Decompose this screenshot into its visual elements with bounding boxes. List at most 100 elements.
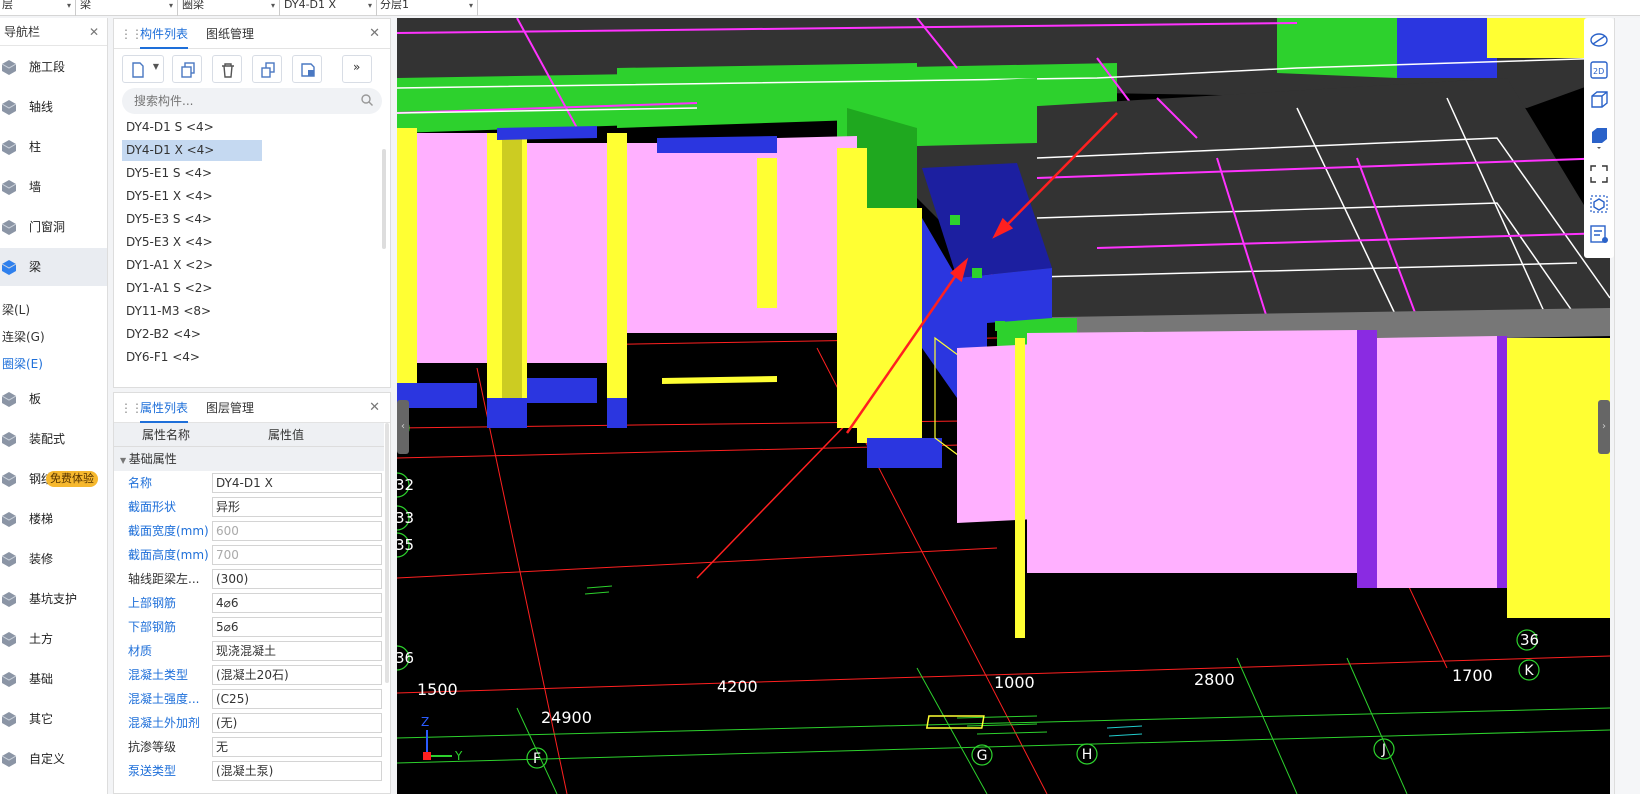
nav-subitem-2[interactable]: 圈梁(E) bbox=[2, 355, 43, 372]
property-row[interactable]: 混凝土强度... (C25) bbox=[114, 687, 384, 711]
component-list-item[interactable]: DY5-E1 S <4> bbox=[122, 163, 262, 184]
drag-handle-icon[interactable]: ⋮⋮ bbox=[120, 401, 143, 415]
property-row[interactable]: 截面宽度(mm) 600 bbox=[114, 519, 384, 543]
close-icon[interactable]: ✕ bbox=[369, 400, 380, 415]
3d-viewport[interactable]: 1500 4200 1000 2800 1700 24900 0 32 33 3… bbox=[397, 18, 1610, 794]
component-list-item[interactable]: DY4-D1 X <4> bbox=[122, 140, 262, 161]
property-row[interactable]: 下部钢筋 5⌀6 bbox=[114, 615, 384, 639]
component-list-item[interactable]: DY4-D1 S <4> bbox=[122, 117, 262, 138]
floor-select-3[interactable]: DY4-D1 X ▾ bbox=[282, 0, 377, 16]
property-row[interactable]: 材质 现浇混凝土 bbox=[114, 639, 384, 663]
dimension-label: 24900 bbox=[541, 708, 592, 727]
property-row[interactable]: 泵送类型 (混凝土泵) bbox=[114, 759, 384, 783]
property-group-basic[interactable]: ▼ 基础属性 bbox=[114, 447, 384, 471]
property-value-field[interactable]: (无) bbox=[212, 713, 382, 733]
nav-subitem-0[interactable]: 梁(L) bbox=[2, 301, 30, 318]
property-value-field[interactable]: 700 bbox=[212, 545, 382, 565]
property-sheet-icon[interactable] bbox=[1589, 224, 1609, 244]
property-row[interactable]: 上部钢筋 4⌀6 bbox=[114, 591, 384, 615]
collapse-right-handle[interactable]: › bbox=[1598, 400, 1610, 454]
property-value-field[interactable]: (混凝土泵) bbox=[212, 761, 382, 781]
nav-item-12[interactable]: 土方 bbox=[0, 620, 107, 658]
delete-component-button[interactable] bbox=[212, 55, 242, 83]
right-panel-collapsed[interactable] bbox=[1614, 18, 1640, 794]
component-list-item[interactable]: DY11-M3 <8> bbox=[122, 301, 262, 322]
search-icon[interactable] bbox=[360, 93, 374, 107]
property-row[interactable]: 轴线距梁左... (300) bbox=[114, 567, 384, 591]
property-list-scrollbar[interactable] bbox=[385, 423, 389, 683]
component-list-item[interactable]: DY1-A1 X <2> bbox=[122, 255, 262, 276]
drag-handle-icon[interactable]: ⋮⋮ bbox=[120, 27, 143, 41]
tab-component-list[interactable]: 构件列表 bbox=[140, 19, 189, 49]
property-value-field[interactable]: 现浇混凝土 bbox=[212, 641, 382, 661]
property-row[interactable]: 抗渗等级 无 bbox=[114, 735, 384, 759]
orbit-view-icon[interactable] bbox=[1589, 30, 1609, 50]
nav-item-5[interactable]: 梁 bbox=[0, 248, 107, 286]
chevron-down-icon[interactable]: ▼ bbox=[153, 62, 159, 71]
tab-layer-management[interactable]: 图层管理 bbox=[206, 393, 254, 423]
nav-item-2[interactable]: 柱 bbox=[0, 128, 107, 166]
floor-select-0[interactable]: 层 ▾ bbox=[0, 0, 76, 16]
cube-solid-icon[interactable] bbox=[1589, 126, 1609, 150]
free-trial-badge[interactable]: 免费体验 bbox=[46, 471, 98, 487]
property-value-field[interactable]: (混凝土20石) bbox=[212, 665, 382, 685]
close-icon[interactable]: ✕ bbox=[369, 26, 380, 41]
floor-select-4[interactable]: 分层1 ▾ bbox=[378, 0, 478, 16]
nav-item-13[interactable]: 基础 bbox=[0, 660, 107, 698]
nav-item-3[interactable]: 墙 bbox=[0, 168, 107, 206]
property-value-field[interactable]: 600 bbox=[212, 521, 382, 541]
nav-item-7[interactable]: 装配式 bbox=[0, 420, 107, 458]
property-value-field[interactable]: DY4-D1 X bbox=[212, 473, 382, 493]
property-row[interactable]: 截面高度(mm) 700 bbox=[114, 543, 384, 567]
nav-item-0[interactable]: 施工段 bbox=[0, 48, 107, 86]
axis-letter-label: J bbox=[1381, 742, 1386, 758]
nav-item-4[interactable]: 门窗洞 bbox=[0, 208, 107, 246]
property-row[interactable]: 名称 DY4-D1 X bbox=[114, 471, 384, 495]
property-value-field[interactable]: (300) bbox=[212, 569, 382, 589]
fullscreen-icon[interactable] bbox=[1589, 164, 1609, 184]
nav-subitem-1[interactable]: 连梁(G) bbox=[2, 328, 45, 345]
collapse-left-handle[interactable]: ‹ bbox=[397, 400, 409, 454]
close-icon[interactable]: ✕ bbox=[89, 18, 99, 46]
floor-select-1[interactable]: 梁 ▾ bbox=[78, 0, 178, 16]
property-value-field[interactable]: 5⌀6 bbox=[212, 617, 382, 637]
cube-wireframe-icon[interactable] bbox=[1589, 90, 1609, 112]
component-list-item[interactable]: DY2-B2 <4> bbox=[122, 324, 262, 345]
tab-drawing-management[interactable]: 图纸管理 bbox=[206, 19, 254, 49]
axis-gizmo bbox=[423, 730, 452, 760]
component-list-item[interactable]: DY5-E3 S <4> bbox=[122, 209, 262, 230]
copy-component-button[interactable] bbox=[172, 55, 202, 83]
axis-letter-label: F bbox=[533, 751, 541, 767]
component-list-item[interactable]: DY1-A1 S <2> bbox=[122, 278, 262, 299]
nav-item-11[interactable]: 基坑支护 bbox=[0, 580, 107, 618]
property-value-field[interactable]: 4⌀6 bbox=[212, 593, 382, 613]
property-value-field[interactable]: 异形 bbox=[212, 497, 382, 517]
component-list-scrollbar[interactable] bbox=[382, 149, 386, 249]
new-component-button[interactable]: ▼ bbox=[122, 55, 164, 83]
tab-property-list[interactable]: 属性列表 bbox=[140, 393, 189, 423]
nav-item-6[interactable]: 板 bbox=[0, 380, 107, 418]
2d-view-icon[interactable]: 2D bbox=[1589, 60, 1609, 80]
property-row[interactable]: 混凝土类型 (混凝土20石) bbox=[114, 663, 384, 687]
nav-item-1[interactable]: 轴线 bbox=[0, 88, 107, 126]
door-window-icon bbox=[1, 220, 17, 235]
copy-to-floor-button[interactable] bbox=[252, 55, 282, 83]
component-list-item[interactable]: DY6-F1 <4> bbox=[122, 347, 262, 368]
dimension-label: 1700 bbox=[1452, 666, 1493, 685]
property-row[interactable]: 混凝土外加剂 (无) bbox=[114, 711, 384, 735]
nav-item-9[interactable]: 楼梯 bbox=[0, 500, 107, 538]
more-tools-button[interactable]: » bbox=[342, 55, 372, 83]
search-component-input[interactable] bbox=[122, 88, 382, 114]
property-row[interactable]: 截面形状 异形 bbox=[114, 495, 384, 519]
property-value-field[interactable]: 无 bbox=[212, 737, 382, 757]
nav-item-14[interactable]: 其它 bbox=[0, 700, 107, 738]
component-list-item[interactable]: DY5-E1 X <4> bbox=[122, 186, 262, 207]
3d-model-drawing[interactable]: 1500 4200 1000 2800 1700 24900 0 32 33 3… bbox=[397, 18, 1610, 794]
nav-item-15[interactable]: 自定义 bbox=[0, 740, 107, 778]
property-value-field[interactable]: (C25) bbox=[212, 689, 382, 709]
nav-item-10[interactable]: 装修 bbox=[0, 540, 107, 578]
component-list-item[interactable]: DY5-E3 X <4> bbox=[122, 232, 262, 253]
component-view-icon[interactable] bbox=[1589, 194, 1609, 214]
import-component-button[interactable] bbox=[292, 55, 322, 83]
floor-select-2[interactable]: 圈梁 ▾ bbox=[180, 0, 280, 16]
